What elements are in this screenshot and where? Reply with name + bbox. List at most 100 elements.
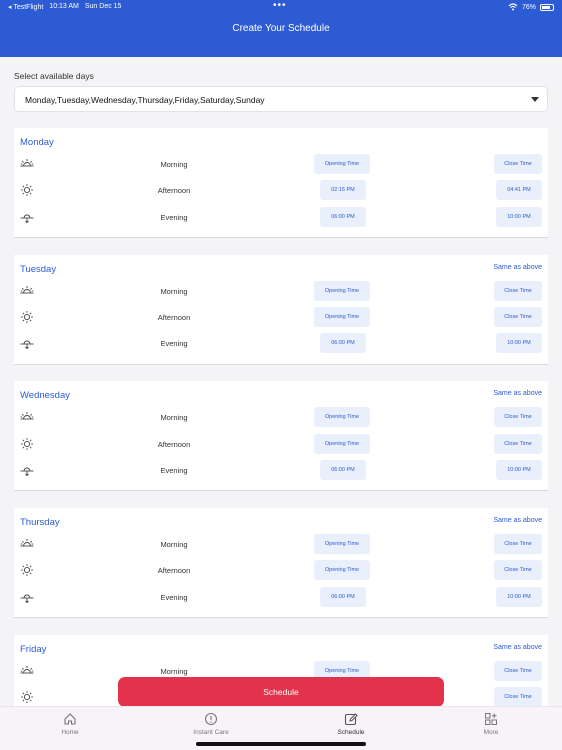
opening-time-button[interactable]: 06:00 PM <box>320 459 366 480</box>
slot-label: Afternoon <box>157 312 191 322</box>
sun-icon <box>20 690 34 704</box>
day-name: Thursday <box>20 517 60 529</box>
opening-time-button[interactable]: Opening Time <box>314 154 370 174</box>
day-card-thursday: Thursday Same as above Morning Opening Time… <box>14 508 548 619</box>
battery-fill <box>542 5 550 9</box>
opening-time-button[interactable]: Opening Time <box>314 534 370 555</box>
close-time-button[interactable]: Close Time <box>494 407 542 428</box>
slot-label: Evening <box>160 465 188 475</box>
day-card-tuesday: Tuesday Same as above Morning Opening Time C… <box>14 254 548 365</box>
sunrise-icon <box>20 284 34 298</box>
slot-row: Evening 06:00 PM 10:00 PM <box>14 586 548 608</box>
sunrise-icon <box>20 410 34 424</box>
slot-row: Evening 06:00 PM 10:00 PM <box>14 332 548 354</box>
close-time-button[interactable]: Close Time <box>494 687 542 706</box>
multitasking-dots-icon[interactable]: ••• <box>273 0 287 11</box>
grid-plus-icon <box>485 713 497 725</box>
day-card-wednesday: Wednesday Same as above Morning Opening Tim… <box>14 381 548 492</box>
slot-label: Morning <box>160 160 188 169</box>
close-time-button[interactable]: Close Time <box>494 154 542 174</box>
close-time-button[interactable]: Close Time <box>494 433 542 454</box>
same-as-above-link[interactable]: Same as above <box>493 390 542 397</box>
wifi-icon <box>508 3 518 11</box>
slot-row: Morning Opening Time Close Time <box>14 280 548 302</box>
slot-label: Morning <box>160 413 188 423</box>
close-time-button[interactable]: 10:00 PM <box>496 459 542 480</box>
close-time-button[interactable]: 10:00 PM <box>496 333 542 354</box>
opening-time-button[interactable]: Opening Time <box>314 306 370 327</box>
close-time-button[interactable]: Close Time <box>494 660 542 681</box>
day-card-monday: Monday Morning Opening Time Close Time After… <box>14 128 548 238</box>
close-time-button[interactable]: 04:41 PM <box>496 180 542 201</box>
sunrise-icon <box>20 537 34 551</box>
close-time-button[interactable]: Close Time <box>494 560 542 581</box>
slot-row: Afternoon Opening Time Close Time <box>14 433 548 455</box>
sunset-icon <box>20 590 34 604</box>
page-title: Create Your Schedule <box>232 23 330 34</box>
home-indicator <box>196 742 366 746</box>
slot-label: Afternoon <box>157 186 191 196</box>
opening-time-button[interactable]: 06:00 PM <box>320 333 366 354</box>
tab-home[interactable]: Home <box>30 712 110 736</box>
slot-row: Afternoon Opening Time Close Time <box>14 306 548 328</box>
day-name: Tuesday <box>20 263 57 275</box>
sun-icon <box>20 437 34 451</box>
opening-time-button[interactable]: 02:15 PM <box>320 180 366 201</box>
tab-more[interactable]: More <box>451 712 531 736</box>
days-dropdown[interactable]: Monday,Tuesday,Wednesday,Thursday,Friday… <box>14 86 548 112</box>
chevron-down-icon <box>531 97 539 102</box>
tab-label: Schedule <box>337 729 365 736</box>
battery-icon <box>540 3 554 11</box>
sunset-icon <box>20 210 34 224</box>
opening-time-button[interactable]: Opening Time <box>314 280 370 301</box>
status-date: Sun Dec 15 <box>84 3 122 10</box>
days-dropdown-value: Monday,Tuesday,Wednesday,Thursday,Friday… <box>25 95 265 105</box>
same-as-above-link[interactable]: Same as above <box>493 264 542 271</box>
sunset-icon <box>20 336 34 350</box>
tab-instant-care[interactable]: Instant Care <box>171 712 251 736</box>
slot-label: Morning <box>160 540 188 550</box>
slot-label: Evening <box>160 339 188 349</box>
close-time-button[interactable]: Close Time <box>494 306 542 327</box>
slot-label: Afternoon <box>157 566 191 576</box>
close-time-button[interactable]: Close Time <box>494 280 542 301</box>
slot-label: Afternoon <box>157 439 191 449</box>
tab-schedule[interactable]: Schedule <box>311 712 391 736</box>
back-to-testflight[interactable]: ◂ TestFlight <box>8 3 43 11</box>
slot-row: Morning Opening Time Close Time <box>14 406 548 428</box>
schedule-button[interactable]: Schedule <box>118 677 444 707</box>
sunrise-icon <box>20 664 34 678</box>
opening-time-button[interactable]: 06:00 PM <box>320 206 366 227</box>
slot-row: Evening 06:00 PM 10:00 PM <box>14 206 548 228</box>
sunset-icon <box>20 463 34 477</box>
slot-label: Morning <box>160 286 188 296</box>
close-time-button[interactable]: Close Time <box>494 534 542 555</box>
slot-row: Afternoon Opening Time Close Time <box>14 559 548 581</box>
edit-icon <box>344 713 358 726</box>
close-time-button[interactable]: 10:00 PM <box>496 586 542 607</box>
day-name: Wednesday <box>20 390 70 402</box>
day-name: Monday <box>20 137 54 148</box>
slot-row: Afternoon 02:15 PM 04:41 PM <box>14 179 548 201</box>
home-icon <box>64 713 76 725</box>
same-as-above-link[interactable]: Same as above <box>493 517 542 524</box>
opening-time-button[interactable]: 06:00 PM <box>320 586 366 607</box>
schedule-list[interactable]: Monday Morning Opening Time Close Time After… <box>14 128 548 706</box>
close-time-button[interactable]: 10:00 PM <box>496 206 542 227</box>
slot-label: Evening <box>160 212 188 222</box>
opening-time-button[interactable]: Opening Time <box>314 433 370 454</box>
slot-row: Evening 06:00 PM 10:00 PM <box>14 459 548 481</box>
alert-icon <box>204 712 218 726</box>
slot-row: Morning Opening Time Close Time <box>14 533 548 555</box>
same-as-above-link[interactable]: Same as above <box>493 644 542 651</box>
opening-time-button[interactable]: Opening Time <box>314 560 370 581</box>
days-select-label: Select available days <box>14 71 94 81</box>
opening-time-button[interactable]: Opening Time <box>314 407 370 428</box>
status-bar: ◂ TestFlight 10:13 AM Sun Dec 15 ••• 76% <box>0 0 562 15</box>
slot-label: Evening <box>160 592 188 602</box>
slot-row: Morning Opening Time Close Time <box>14 153 548 175</box>
app-header: ◂ TestFlight 10:13 AM Sun Dec 15 ••• 76%… <box>0 0 562 57</box>
sunrise-icon <box>20 157 34 171</box>
slot-label: Morning <box>160 666 188 676</box>
day-name: Friday <box>20 643 47 655</box>
